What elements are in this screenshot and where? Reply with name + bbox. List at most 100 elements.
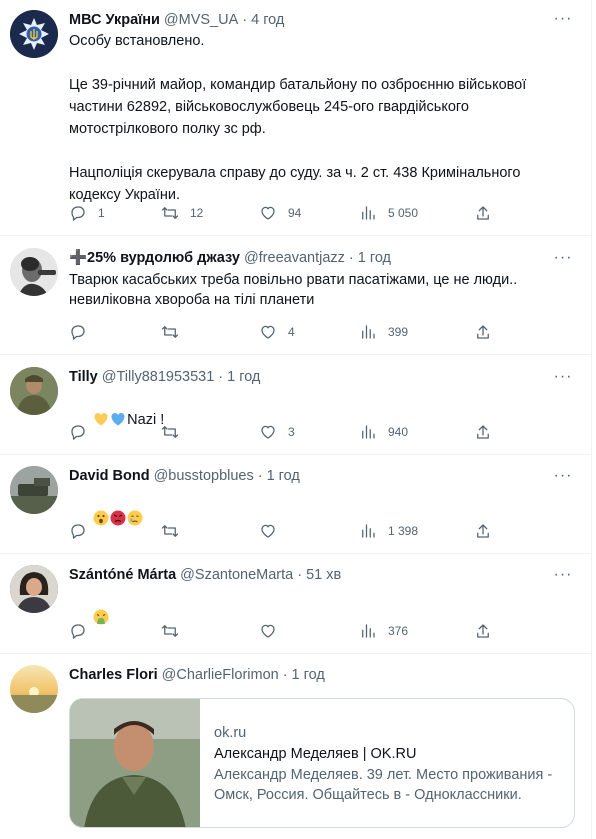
author-handle[interactable]: @busstopblues: [154, 467, 254, 485]
tweet[interactable]: Tilly @Tilly881953531 · 1 год ··· Nazi !…: [0, 355, 591, 455]
retweet-button[interactable]: [161, 621, 190, 641]
share-button[interactable]: [474, 203, 492, 223]
like-button[interactable]: 94: [259, 203, 301, 223]
author-name[interactable]: David Bond: [69, 467, 150, 485]
avatar[interactable]: [10, 248, 58, 296]
author-name[interactable]: Charles Flori: [69, 666, 158, 684]
tweet-feed: МВС України @MVS_UA · 4 год ··· Особу вс…: [0, 0, 592, 839]
retweet-button[interactable]: [161, 322, 190, 342]
tweet-text: Тварюк касабських треба повільно рвати п…: [69, 272, 522, 308]
tweet-actions: 376: [69, 621, 571, 641]
avatar[interactable]: [10, 367, 58, 415]
avatar-photo: [10, 665, 58, 713]
views-button[interactable]: 1 398: [359, 521, 418, 541]
views-button[interactable]: 376: [359, 621, 408, 641]
reply-icon: [71, 624, 85, 639]
author-handle[interactable]: @SzantoneMarta: [180, 566, 293, 584]
share-button[interactable]: [474, 521, 492, 541]
police-emblem-icon: [10, 10, 58, 58]
views-count: 399: [388, 325, 409, 339]
author-name[interactable]: Tilly: [69, 368, 98, 386]
reply-icon: [71, 524, 85, 539]
like-count: 3: [288, 425, 295, 439]
tweet-header: Charles Flori @CharlieFlorimon · 1 год: [69, 666, 571, 684]
timestamp[interactable]: 1 год: [358, 249, 391, 267]
share-icon: [477, 624, 489, 638]
avatar[interactable]: [10, 466, 58, 514]
link-title[interactable]: Александр Меделяев | OK.RU: [214, 744, 564, 764]
avatar[interactable]: [10, 10, 58, 58]
reply-button[interactable]: [69, 422, 98, 442]
author-handle[interactable]: @Tilly881953531: [102, 368, 215, 386]
reply-button[interactable]: [69, 322, 98, 342]
tweet-header: Tilly @Tilly881953531 · 1 год: [69, 368, 571, 386]
heart-icon: [261, 206, 275, 220]
tweet-actions: 1 12 94 5 050: [69, 203, 571, 223]
views-icon: [362, 206, 375, 220]
separator-dot: ·: [348, 250, 354, 266]
like-button[interactable]: 4: [259, 322, 295, 342]
timestamp[interactable]: 1 год: [292, 666, 325, 684]
author-handle[interactable]: @MVS_UA: [164, 11, 238, 29]
more-options-icon[interactable]: ···: [553, 250, 573, 267]
reply-icon: [71, 206, 85, 221]
timestamp[interactable]: 4 год: [251, 11, 284, 29]
retweet-icon: [161, 525, 179, 537]
more-options-icon[interactable]: ···: [553, 468, 573, 485]
more-options-icon[interactable]: ···: [553, 567, 573, 584]
tweet-header: ➕25% вурдолюб джазу @freeavantjazz · 1 г…: [69, 249, 571, 267]
reply-icon: [71, 325, 85, 340]
share-button[interactable]: [474, 422, 492, 442]
more-options-icon[interactable]: ···: [553, 369, 573, 386]
views-button[interactable]: 399: [359, 322, 408, 342]
share-icon: [477, 524, 489, 538]
views-button[interactable]: 940: [359, 422, 408, 442]
tweet-actions: 1 398: [69, 521, 571, 541]
tweet[interactable]: ➕25% вурдолюб джазу @freeavantjazz · 1 г…: [0, 236, 591, 355]
tweet-header: David Bond @busstopblues · 1 год: [69, 467, 571, 485]
like-button[interactable]: 3: [259, 422, 295, 442]
avatar[interactable]: [10, 565, 58, 613]
tweet[interactable]: David Bond @busstopblues · 1 год ··· 1 3…: [0, 455, 591, 554]
timestamp[interactable]: 1 год: [227, 368, 260, 386]
retweet-button[interactable]: [161, 521, 190, 541]
views-button[interactable]: 5 050: [359, 203, 418, 223]
tweet-header: МВС України @MVS_UA · 4 год: [69, 11, 571, 29]
author-handle[interactable]: @CharlieFlorimon: [162, 666, 279, 684]
separator-dot: ·: [297, 567, 303, 583]
share-button[interactable]: [474, 621, 492, 641]
timestamp[interactable]: 51 хв: [306, 566, 341, 584]
timestamp[interactable]: 1 год: [267, 467, 300, 485]
retweet-button[interactable]: 12: [161, 203, 203, 223]
reply-button[interactable]: [69, 521, 98, 541]
avatar[interactable]: [10, 665, 58, 713]
author-name[interactable]: Szántóné Márta: [69, 566, 176, 584]
person-photo: [70, 699, 200, 827]
tweet-text: Особу встановлено. Це 39-річний майор, к…: [69, 33, 527, 203]
avatar-photo: [10, 248, 58, 296]
author-name[interactable]: МВС України: [69, 11, 160, 29]
share-icon: [477, 325, 489, 339]
author-name[interactable]: ➕25% вурдолюб джазу: [69, 249, 240, 267]
share-icon: [477, 425, 489, 439]
heart-icon: [261, 524, 275, 538]
like-button[interactable]: [259, 621, 288, 641]
share-button[interactable]: [474, 322, 492, 342]
reply-button[interactable]: 1: [69, 203, 105, 223]
author-handle[interactable]: @freeavantjazz: [244, 249, 345, 267]
like-button[interactable]: [259, 521, 288, 541]
retweet-icon: [161, 625, 179, 637]
reply-icon: [71, 425, 85, 440]
tweet[interactable]: Szántóné Márta @SzantoneMarta · 51 хв ··…: [0, 554, 591, 654]
retweet-button[interactable]: [161, 422, 190, 442]
link-preview-card[interactable]: ok.ru Александр Меделяев | OK.RU Алексан…: [69, 698, 575, 828]
views-icon: [362, 624, 375, 638]
retweet-icon: [161, 207, 179, 219]
more-options-icon[interactable]: ···: [553, 11, 573, 28]
reply-button[interactable]: [69, 621, 98, 641]
separator-dot: ·: [257, 468, 263, 484]
tweet[interactable]: МВС України @MVS_UA · 4 год ··· Особу вс…: [0, 0, 591, 236]
views-count: 1 398: [388, 524, 419, 538]
views-count: 376: [388, 624, 409, 638]
link-preview-image: [70, 699, 200, 827]
